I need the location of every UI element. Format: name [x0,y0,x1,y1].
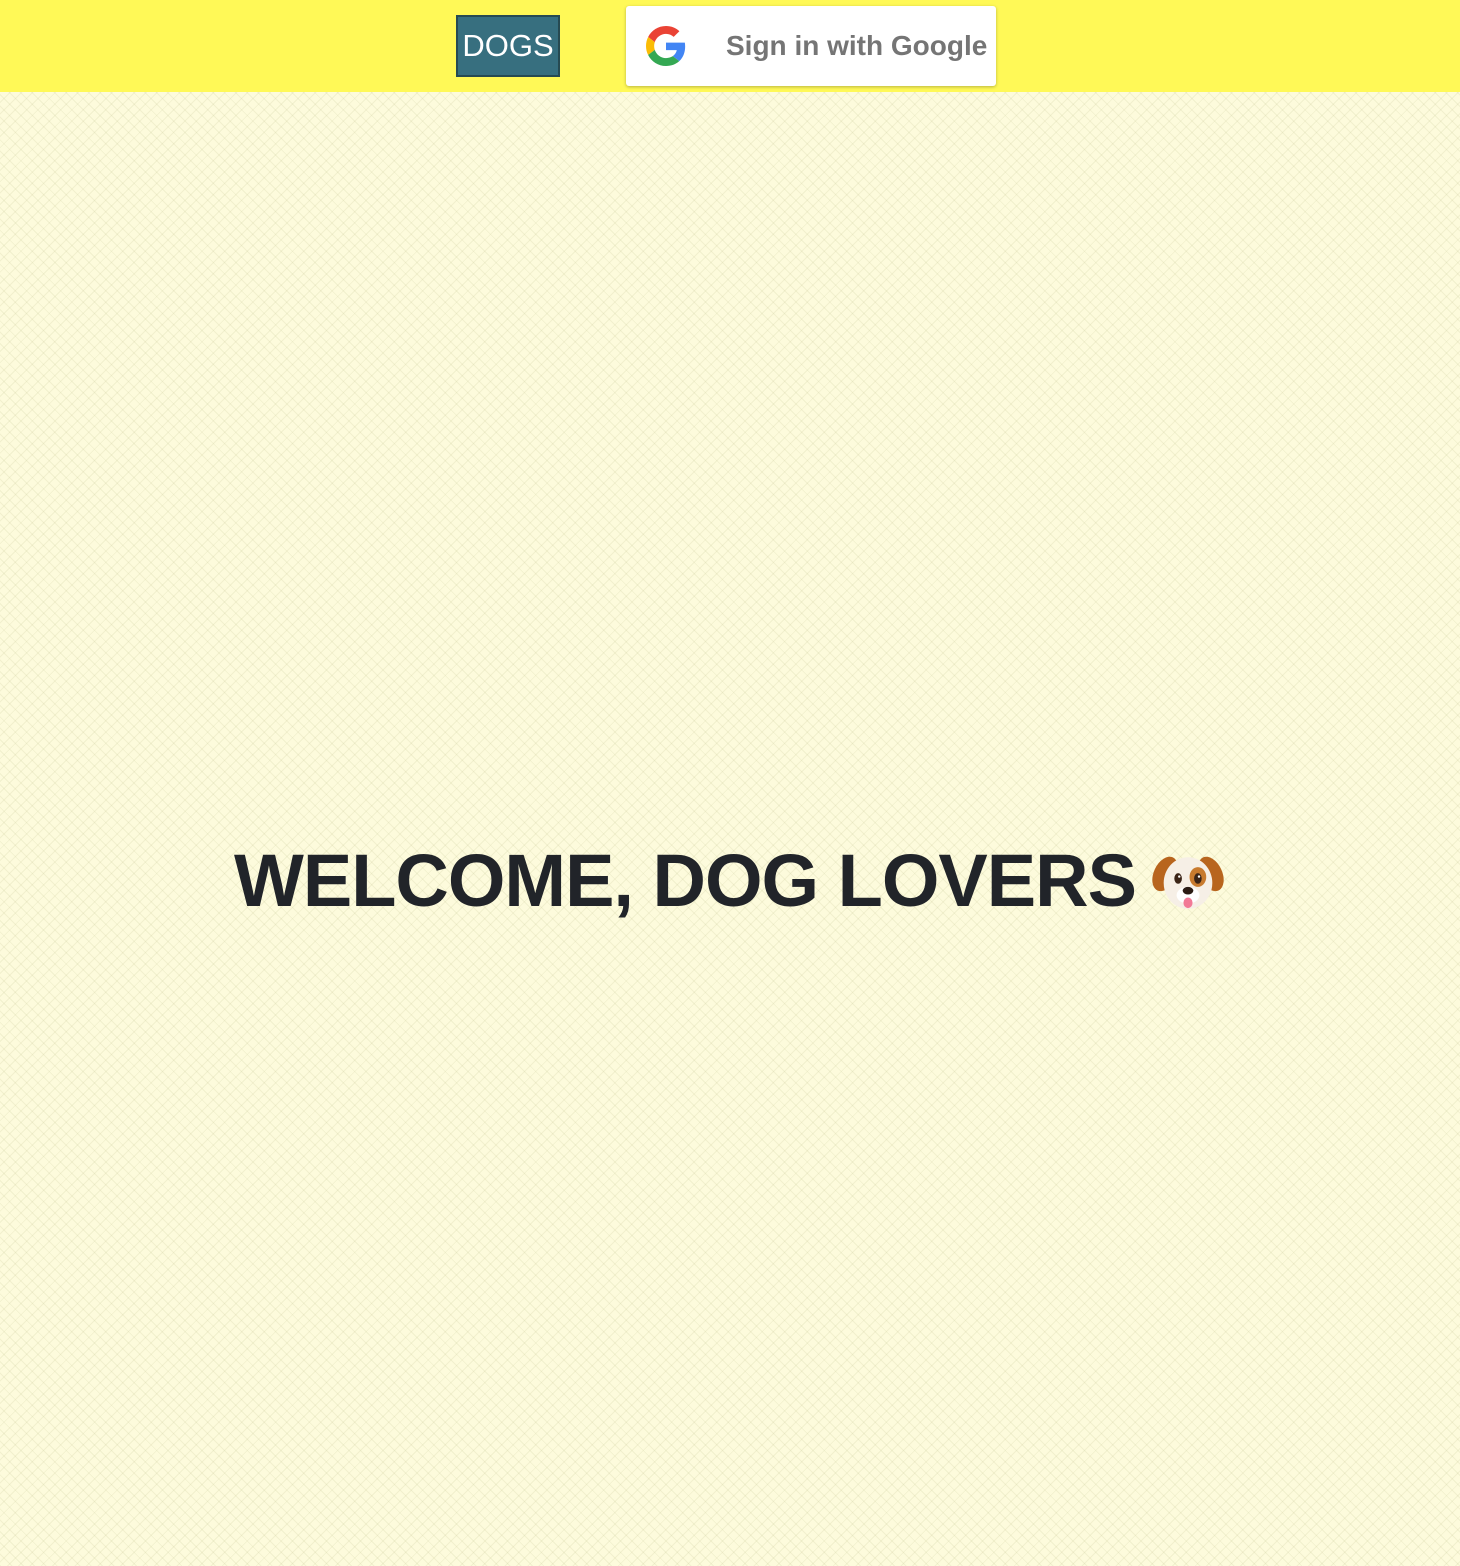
welcome-text: WELCOME, DOG LOVERS [234,838,1137,922]
google-sign-in-button[interactable]: Sign in with Google [626,6,996,86]
google-g-icon [646,26,686,66]
google-sign-in-label: Sign in with Google [726,30,988,61]
dogs-button[interactable]: DOGS [456,15,560,77]
welcome-heading: WELCOME, DOG LOVERS [0,832,1460,928]
dog-face-icon [1152,856,1224,909]
top-nav-bar: DOGS Sign in with Google [0,0,1460,92]
